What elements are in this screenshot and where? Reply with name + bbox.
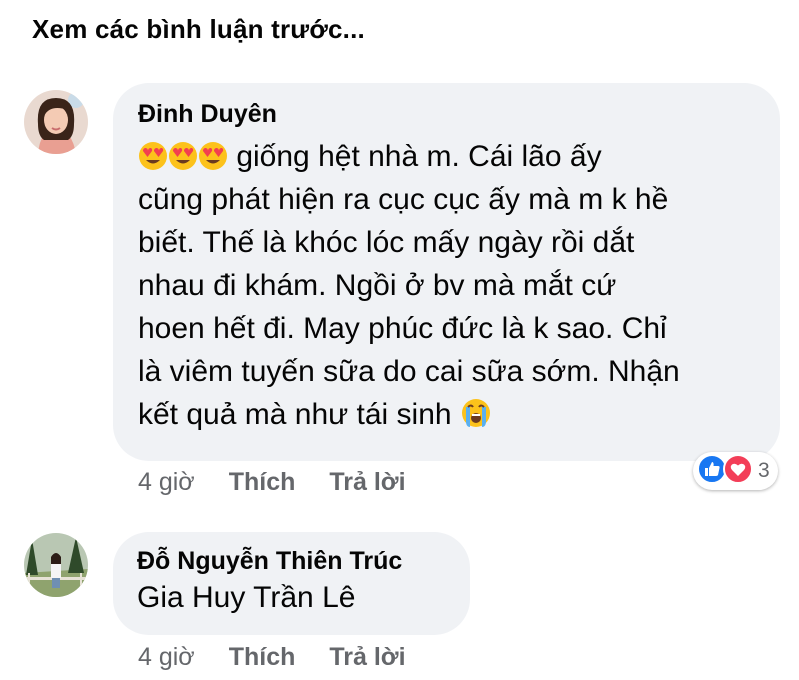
reply-button[interactable]: Trả lời	[329, 643, 405, 672]
comment-bubble: Đỗ Nguyễn Thiên Trúc Gia Huy Trần Lê	[113, 532, 470, 635]
like-button[interactable]: Thích	[229, 643, 296, 672]
comment-meta: 4 giờ Thích Trả lời	[138, 468, 440, 497]
avatar[interactable]	[24, 90, 88, 154]
comment-text-body: cũng phát hiện ra cục cục ấy mà m k hề b…	[138, 183, 680, 431]
reaction-summary[interactable]: 3	[693, 452, 778, 490]
comment-text: giống hệt nhà m. Cái lão ấy cũng phát hi…	[138, 135, 756, 436]
reaction-count: 3	[758, 459, 770, 482]
comment-author[interactable]: Đinh Duyên	[138, 99, 756, 129]
heart-eyes-emoji	[138, 141, 168, 171]
comment-timestamp[interactable]: 4 giờ	[138, 468, 195, 497]
like-button[interactable]: Thích	[229, 468, 296, 497]
love-icon	[723, 453, 753, 489]
view-previous-comments-link[interactable]: Xem các bình luận trước...	[32, 14, 365, 45]
comment-author[interactable]: Đỗ Nguyễn Thiên Trúc	[137, 546, 446, 576]
comment-text: Gia Huy Trần Lê	[137, 581, 356, 614]
heart-eyes-emoji	[168, 141, 198, 171]
reply-button[interactable]: Trả lời	[329, 468, 405, 497]
comment-timestamp[interactable]: 4 giờ	[138, 643, 195, 672]
comment-meta: 4 giờ Thích Trả lời	[138, 643, 440, 672]
comment-text-line1: giống hệt nhà m. Cái lão ấy	[228, 140, 602, 173]
heart-eyes-emoji	[198, 141, 228, 171]
avatar[interactable]	[24, 533, 88, 597]
comment-bubble: Đinh Duyên giống hệt nhà m. Cái lão ấy c…	[113, 83, 780, 461]
loudly-crying-emoji	[460, 397, 492, 429]
